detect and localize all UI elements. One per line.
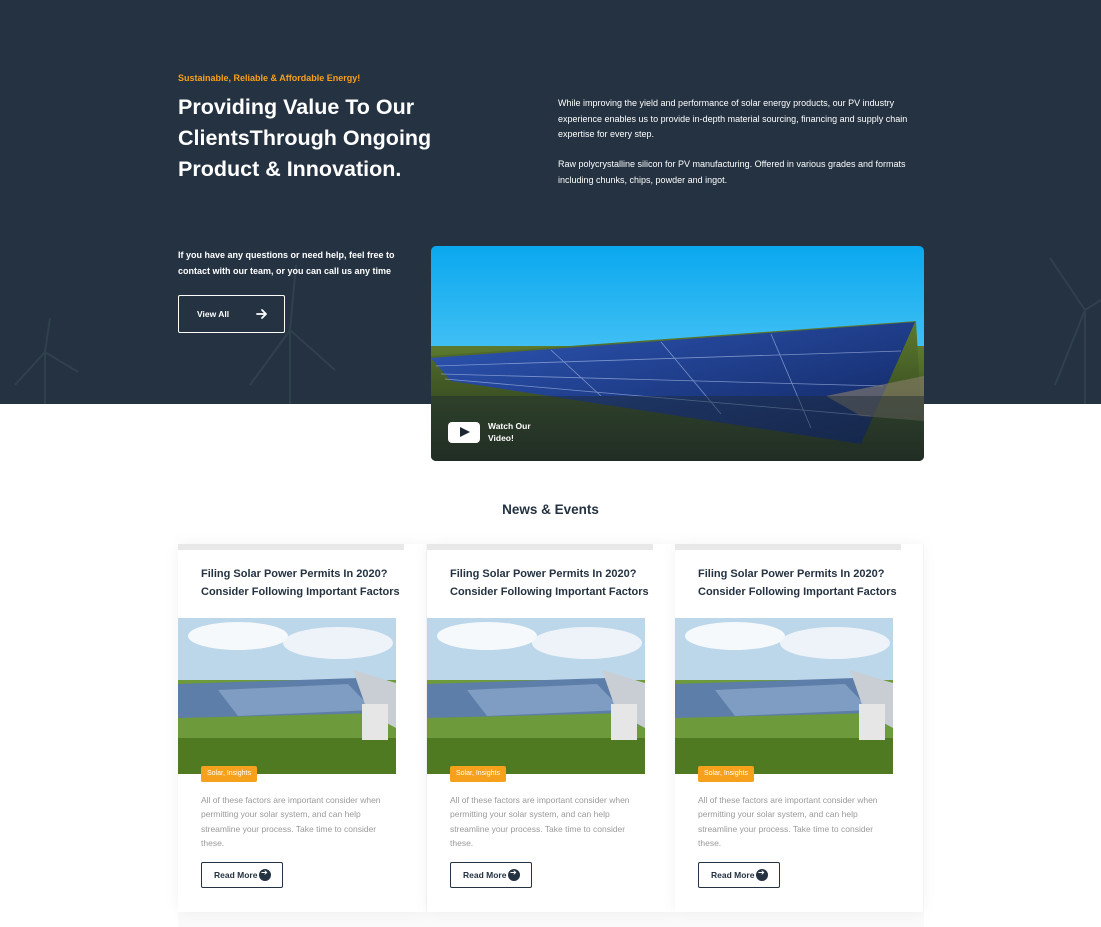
news-card: Filing Solar Power Permits In 2020? Cons…: [675, 544, 923, 912]
card-title[interactable]: Filing Solar Power Permits In 2020? Cons…: [698, 566, 913, 601]
hero-paragraph-2: Raw polycrystalline silicon for PV manuf…: [558, 159, 906, 185]
card-image[interactable]: [675, 618, 893, 774]
video-thumbnail[interactable]: Watch Our Video!: [431, 246, 924, 461]
card-excerpt: All of these factors are important consi…: [450, 795, 630, 848]
read-more-button[interactable]: Read More: [698, 862, 780, 888]
card-excerpt: All of these factors are important consi…: [201, 795, 381, 848]
read-more-button[interactable]: Read More: [450, 862, 532, 888]
watch-video-label: Watch Our Video!: [488, 421, 531, 443]
card-image[interactable]: [178, 618, 396, 774]
category-badge[interactable]: Solar, Insights: [201, 766, 257, 782]
solar-panels-image: [427, 618, 645, 774]
news-card: Filing Solar Power Permits In 2020? Cons…: [427, 544, 675, 912]
card-top-bar: [675, 544, 901, 550]
play-icon[interactable]: [448, 422, 480, 443]
news-section-title: News & Events: [502, 502, 599, 517]
read-more-label: Read More: [711, 870, 755, 880]
category-badge[interactable]: Solar, Insights: [698, 766, 754, 782]
card-top-bar: [427, 544, 653, 550]
solar-panels-image: [178, 618, 396, 774]
solar-panels-image: [675, 618, 893, 774]
arrow-right-icon: [256, 309, 267, 319]
card-title[interactable]: Filing Solar Power Permits In 2020? Cons…: [450, 566, 665, 601]
view-all-button[interactable]: View All: [178, 295, 285, 333]
card-image[interactable]: [427, 618, 645, 774]
card-excerpt: All of these factors are important consi…: [698, 795, 878, 848]
read-more-label: Read More: [214, 870, 258, 880]
arrow-circle-right-icon: [508, 868, 520, 881]
card-title[interactable]: Filing Solar Power Permits In 2020? Cons…: [201, 566, 416, 601]
help-text: If you have any questions or need help, …: [178, 250, 395, 276]
read-more-button[interactable]: Read More: [201, 862, 283, 888]
card-top-bar: [178, 544, 404, 550]
read-more-label: Read More: [463, 870, 507, 880]
arrow-circle-right-icon: [756, 868, 768, 881]
news-card: Filing Solar Power Permits In 2020? Cons…: [178, 544, 426, 912]
view-all-label: View All: [197, 309, 230, 319]
hero-tagline: Sustainable, Reliable & Affordable Energ…: [178, 73, 361, 83]
hero-paragraph-1: While improving the yield and performanc…: [558, 98, 908, 139]
category-badge[interactable]: Solar, Insights: [450, 766, 506, 782]
hero-title: Providing Value To Our ClientsThrough On…: [178, 95, 432, 181]
arrow-circle-right-icon: [259, 868, 271, 881]
